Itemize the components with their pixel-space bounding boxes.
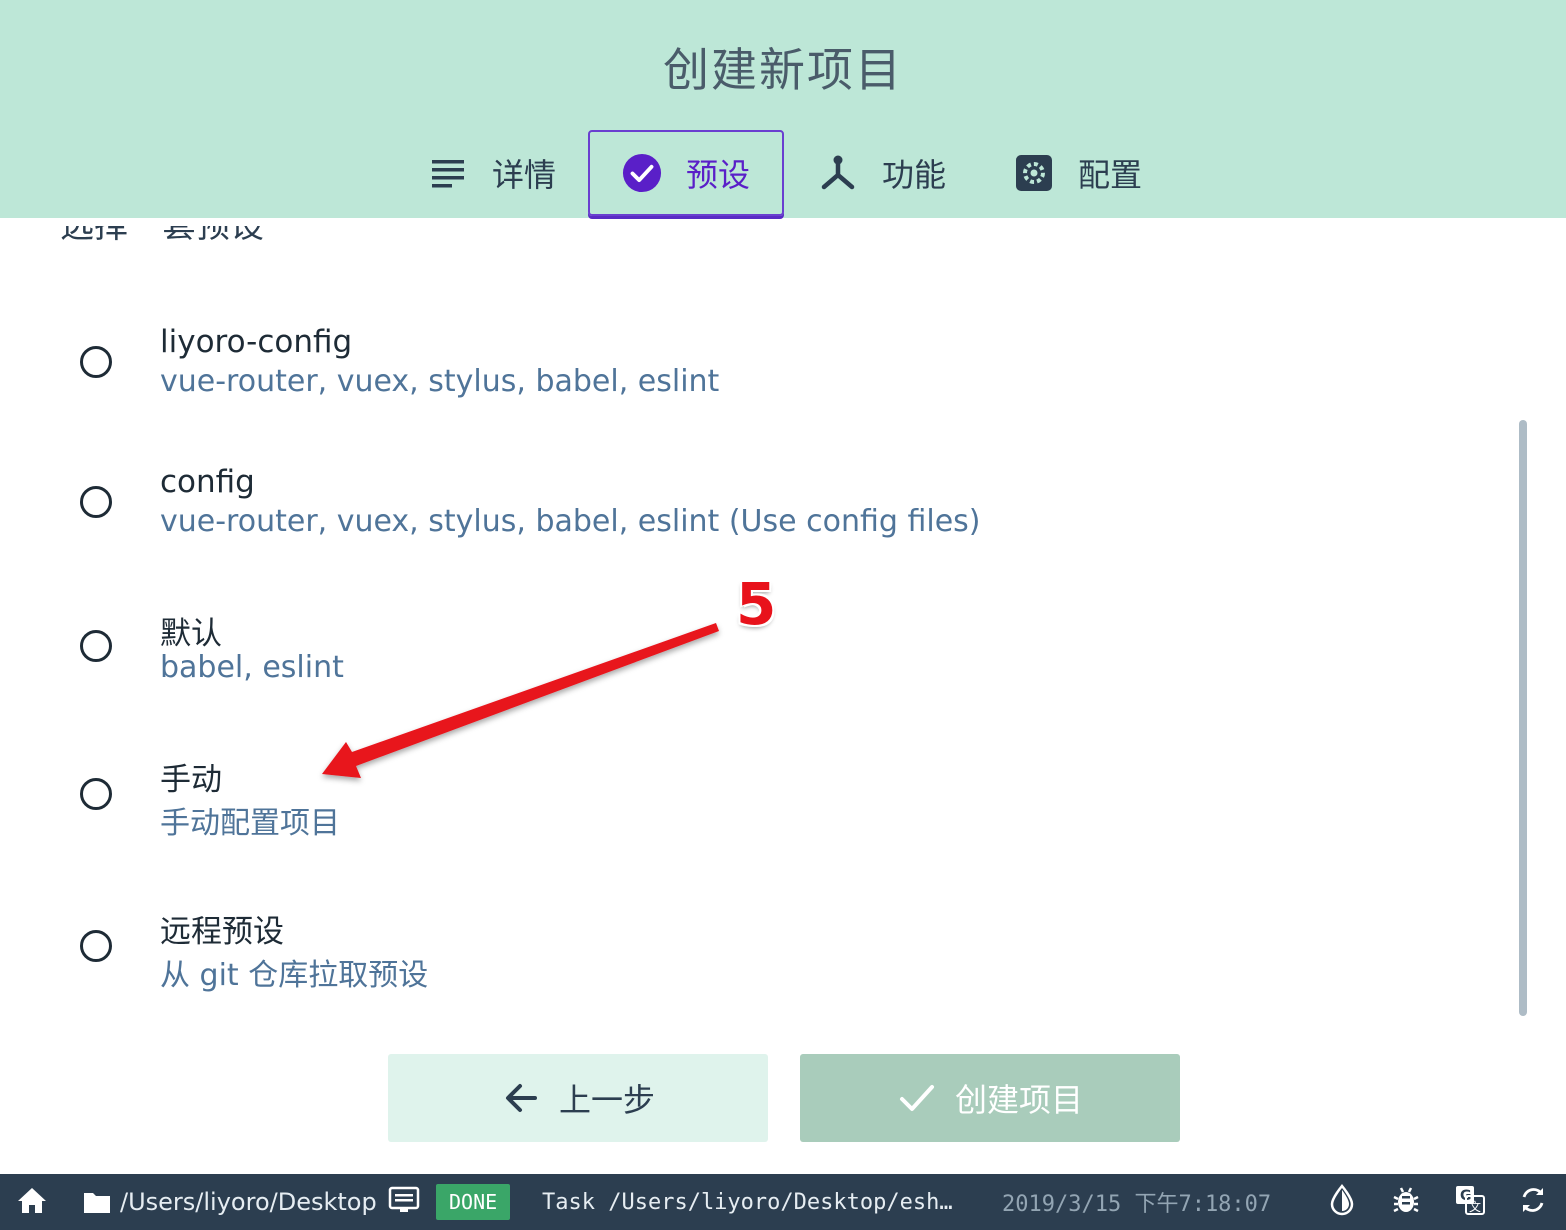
tab-label: 详情 xyxy=(492,156,557,194)
header: 创建新项目 详情 预设 功能 配置 xyxy=(0,0,1566,218)
home-icon xyxy=(16,1185,48,1219)
option-name: config xyxy=(160,464,255,500)
settings-icon xyxy=(1014,153,1054,193)
call-split-icon xyxy=(818,153,858,193)
option-description: vue-router, vuex, stylus, babel, eslint … xyxy=(160,504,981,539)
radio-button[interactable] xyxy=(80,346,112,378)
task-log[interactable]: Task /Users/liyoro/Desktop/esh… xyxy=(542,1174,953,1230)
refresh-button[interactable] xyxy=(1518,1174,1548,1230)
theme-toggle-button[interactable] xyxy=(1328,1174,1356,1230)
preset-option-config[interactable]: config vue-router, vuex, stylus, babel, … xyxy=(0,460,1500,570)
scrollbar[interactable] xyxy=(1519,420,1527,1016)
option-name: liyoro-config xyxy=(160,324,353,360)
status-badge-wrap: DONE xyxy=(436,1174,511,1230)
check-icon xyxy=(897,1078,937,1118)
tab-label: 预设 xyxy=(685,156,750,194)
svg-text:文: 文 xyxy=(1469,1199,1481,1214)
option-description: 手动配置项目 xyxy=(160,806,340,841)
radio-button[interactable] xyxy=(80,486,112,518)
folder-icon xyxy=(82,1189,112,1215)
refresh-icon xyxy=(1518,1185,1548,1219)
translate-icon: G文 xyxy=(1454,1184,1486,1220)
option-name: 默认 xyxy=(160,616,222,652)
option-description: babel, eslint xyxy=(160,650,344,685)
tab-features[interactable]: 功能 xyxy=(818,130,946,216)
dark-mode-icon xyxy=(1328,1184,1356,1220)
create-project-label: 创建项目 xyxy=(954,1081,1083,1119)
console-icon xyxy=(388,1186,420,1218)
home-button[interactable] xyxy=(16,1174,48,1230)
bug-icon xyxy=(1392,1185,1420,1219)
tab-label: 功能 xyxy=(882,156,947,194)
radio-button[interactable] xyxy=(80,930,112,962)
check-circle-icon xyxy=(622,153,662,193)
tab-details[interactable]: 详情 xyxy=(428,130,556,216)
radio-button[interactable] xyxy=(80,778,112,810)
previous-step-button[interactable]: 上一步 xyxy=(388,1054,768,1142)
preset-option-remote[interactable]: 远程预设 从 git 仓库拉取预设 xyxy=(0,904,1500,1014)
tab-config[interactable]: 配置 xyxy=(1014,130,1142,216)
option-name: 远程预设 xyxy=(160,914,284,950)
list-icon xyxy=(428,153,468,193)
language-button[interactable]: G文 xyxy=(1454,1174,1486,1230)
bug-report-button[interactable] xyxy=(1392,1174,1420,1230)
console-button[interactable] xyxy=(388,1174,420,1230)
folder-path[interactable]: /Users/liyoro/Desktop xyxy=(82,1174,377,1230)
timestamp-wrap: 2019/3/15 下午7:18:07 xyxy=(1002,1174,1271,1230)
preset-option-liyoro-config[interactable]: liyoro-config vue-router, vuex, stylus, … xyxy=(0,320,1500,430)
status-bar: /Users/liyoro/Desktop DONE Task /Users/l… xyxy=(0,1174,1566,1230)
arrow-left-icon xyxy=(501,1078,541,1118)
create-project-button[interactable]: 创建项目 xyxy=(800,1054,1180,1142)
preset-option-manual[interactable]: 手动 手动配置项目 xyxy=(0,752,1500,862)
annotation-number: 5 xyxy=(736,570,777,638)
option-description: 从 git 仓库拉取预设 xyxy=(160,958,429,993)
page-title: 创建新项目 xyxy=(663,43,903,97)
section-label: 选择一套预设 xyxy=(60,226,264,246)
radio-button[interactable] xyxy=(80,630,112,662)
folder-path-text: /Users/liyoro/Desktop xyxy=(120,1188,377,1216)
option-name: 手动 xyxy=(160,762,222,798)
tab-presets[interactable]: 预设 xyxy=(588,130,784,216)
previous-step-label: 上一步 xyxy=(558,1081,655,1119)
task-text: Task /Users/liyoro/Desktop/esh… xyxy=(542,1189,953,1215)
timestamp: 2019/3/15 下午7:18:07 xyxy=(1002,1192,1272,1217)
tab-label: 配置 xyxy=(1078,156,1143,194)
status-badge: DONE xyxy=(436,1184,511,1220)
option-description: vue-router, vuex, stylus, babel, eslint xyxy=(160,364,720,399)
